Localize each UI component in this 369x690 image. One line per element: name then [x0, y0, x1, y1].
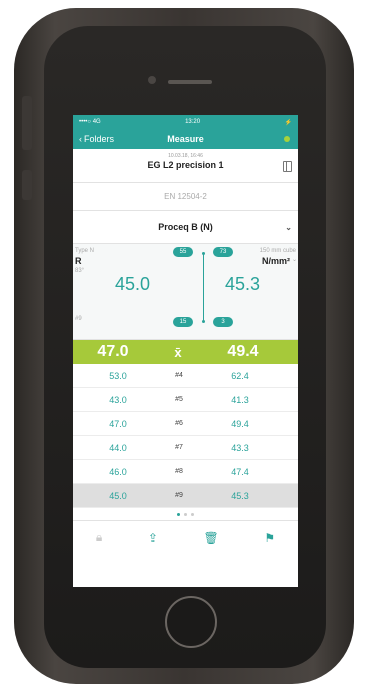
angle-label: 83° [75, 268, 85, 274]
list-item[interactable]: 43.0 #5 41.3 [73, 388, 298, 412]
type-value: R [75, 256, 82, 266]
carrier-signal: ••••○ 4G [79, 119, 101, 125]
measurement-list: 53.0 #4 62.4 43.0 #5 41.3 47.0 #6 49.4 4… [73, 364, 298, 508]
range-dot-bottom [202, 320, 205, 323]
count-label: #9 [75, 316, 82, 322]
list-item-id: #8 [175, 468, 183, 475]
page-dot [184, 512, 187, 516]
standard-row[interactable]: EN 12504-2 [73, 183, 298, 211]
volume-button [22, 170, 32, 200]
chevron-left-icon: ‹ [79, 134, 82, 144]
conversion-selector[interactable]: Proceq B (N) ⌄ [73, 211, 298, 244]
book-icon[interactable] [283, 161, 292, 172]
lock-icon[interactable]: 🔒︎ [96, 530, 102, 545]
list-item[interactable]: 44.0 #7 43.3 [73, 436, 298, 460]
list-item[interactable]: 53.0 #4 62.4 [73, 364, 298, 388]
front-camera [148, 76, 156, 84]
list-item-id: #4 [175, 372, 183, 379]
list-item-left: 53.0 [109, 370, 127, 381]
series-name: EG L2 precision 1 [147, 160, 224, 170]
range-pill: 55 [173, 247, 193, 257]
range-pill: 15 [173, 317, 193, 327]
page-dot [191, 512, 194, 516]
range-dot-top [202, 252, 205, 255]
list-item-right: 43.3 [231, 442, 249, 453]
battery-icon: ⚡ [284, 119, 292, 126]
average-left: 47.0 [97, 343, 129, 360]
list-item-right: 41.3 [231, 394, 249, 405]
list-item[interactable]: 47.0 #6 49.4 [73, 412, 298, 436]
list-item-right: 47.4 [231, 466, 249, 477]
connection-status-dot [284, 136, 290, 142]
unit-value[interactable]: N/mm² [262, 256, 290, 266]
list-item-id: #7 [175, 444, 183, 451]
rebound-value: 45.0 [115, 274, 151, 294]
earpiece-speaker [168, 80, 212, 84]
status-time: 13:20 [185, 119, 201, 125]
chevron-down-icon: ⌄ [291, 257, 297, 263]
unit-label: 150 mm cube [259, 248, 296, 254]
chevron-down-icon: ⌄ [285, 223, 292, 232]
conversion-value: Proceq B (N) [158, 222, 213, 232]
status-bar: ••••○ 4G 13:20 ⚡ [73, 115, 298, 129]
measurement-panel: Type N R 83° #9 45.0 150 mm cube N/mm² ⌄… [73, 244, 298, 340]
navigation-bar: ‹ Folders Measure [73, 129, 298, 149]
series-date: 10.03.18, 16:46 [168, 153, 203, 159]
range-pill: 3 [213, 317, 233, 327]
list-item-id: #5 [175, 396, 183, 403]
back-button[interactable]: ‹ Folders [79, 134, 114, 144]
list-item-selected[interactable]: 45.0 #9 45.3 [73, 484, 298, 508]
range-pill: 73 [213, 247, 233, 257]
mean-symbol: x̄ [174, 344, 182, 360]
back-label: Folders [84, 134, 115, 144]
type-label: Type N [75, 248, 95, 254]
home-button[interactable] [165, 596, 217, 648]
list-item-left: 46.0 [109, 466, 127, 477]
page-indicator [73, 508, 298, 520]
range-line [203, 254, 204, 322]
average-right: 49.4 [227, 343, 259, 360]
list-item-left: 45.0 [109, 490, 127, 501]
list-item-left: 47.0 [109, 418, 127, 429]
app-screen: ••••○ 4G 13:20 ⚡ ‹ Folders Measure 10.03… [73, 115, 298, 587]
list-item-left: 44.0 [109, 442, 127, 453]
series-header: 10.03.18, 16:46 EG L2 precision 1 [73, 149, 298, 183]
standard-label: EN 12504-2 [164, 192, 207, 201]
trash-icon[interactable]: 🗑︎ [204, 531, 219, 545]
list-item[interactable]: 46.0 #8 47.4 [73, 460, 298, 484]
share-icon[interactable]: ⇪ [148, 531, 158, 545]
list-item-left: 43.0 [109, 394, 127, 405]
average-bar: 47.0 x̄ 49.4 [73, 340, 298, 364]
side-button [22, 96, 32, 150]
page-dot-active [177, 512, 180, 516]
list-item-right: 49.4 [231, 418, 249, 429]
strength-value: 45.3 [225, 274, 261, 294]
flag-icon[interactable]: ⚑ [264, 531, 275, 545]
list-item-right: 45.3 [231, 490, 249, 501]
bottom-toolbar: 🔒︎ ⇪ 🗑︎ ⚑ [73, 520, 298, 554]
list-item-id: #9 [175, 492, 183, 499]
list-item-id: #6 [175, 420, 183, 427]
list-item-right: 62.4 [231, 370, 249, 381]
